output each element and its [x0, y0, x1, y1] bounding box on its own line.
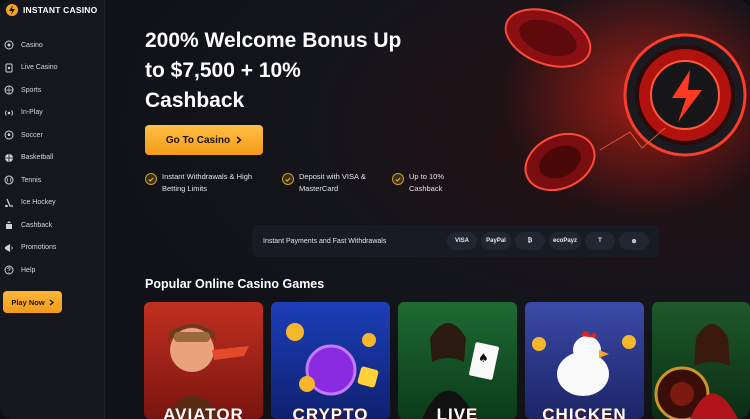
game-card-chicken[interactable]: CHICKEN — [525, 302, 644, 419]
feature-text: Deposit with VISA & MasterCard — [299, 172, 366, 193]
go-to-casino-button[interactable]: Go To Casino — [145, 125, 263, 155]
sidebar-item-label: Live Casino — [21, 64, 58, 72]
hero-title: 200% Welcome Bonus Up to $7,500 + 10% Ca… — [145, 29, 402, 112]
tennis-icon — [4, 175, 14, 185]
sidebar-item-label: Sports — [21, 86, 42, 94]
in-play-icon — [4, 108, 14, 118]
roulette-dealer-artwork — [654, 324, 738, 419]
soccer-icon — [4, 130, 14, 140]
sidebar-item-label: Tennis — [21, 176, 42, 184]
basketball-icon — [4, 153, 14, 163]
sidebar-item-label: Ice Hockey — [21, 199, 56, 207]
feature-item: Instant Withdrawals & High Betting Limit… — [145, 171, 270, 195]
sidebar-item-casino[interactable]: Casino — [0, 34, 104, 57]
svg-text:♠: ♠ — [478, 351, 489, 365]
play-now-label: Play Now — [11, 297, 45, 307]
brand-logo[interactable]: INSTANT CASINO — [4, 3, 97, 17]
game-title: CHICKEN — [542, 405, 627, 419]
game-card-aviator[interactable]: AVIATOR — [144, 302, 263, 419]
app-window: INSTANT CASINO Casino Live Casino Sports… — [0, 0, 750, 419]
check-icon — [145, 173, 157, 185]
game-card-crypto[interactable]: CRYPTO — [271, 302, 390, 419]
sidebar-item-cashback[interactable]: Cashback — [0, 214, 104, 237]
check-icon — [392, 173, 404, 185]
sidebar: INSTANT CASINO Casino Live Casino Sports… — [0, 0, 105, 419]
sidebar-nav: Casino Live Casino Sports In-Play Soccer… — [0, 34, 104, 282]
sidebar-item-in-play[interactable]: In-Play — [0, 102, 104, 125]
logo-icon — [6, 4, 18, 16]
aviator-artwork — [164, 324, 249, 419]
chevron-right-icon — [236, 136, 242, 144]
game-title: AVIATOR — [163, 405, 244, 419]
promotions-icon — [4, 243, 14, 253]
payments-bar: Instant Payments and Fast Withdrawals VI… — [252, 225, 659, 257]
sidebar-item-ice-hockey[interactable]: Ice Hockey — [0, 192, 104, 215]
game-title: LIVE — [436, 405, 479, 419]
sidebar-item-label: Cashback — [21, 221, 53, 229]
paypal-logo: PayPal — [481, 232, 511, 250]
sidebar-item-basketball[interactable]: Basketball — [0, 147, 104, 170]
live-casino-icon — [4, 63, 14, 73]
chevron-right-icon — [49, 299, 54, 305]
casino-icon — [4, 40, 14, 50]
sidebar-item-label: Basketball — [21, 154, 54, 162]
sidebar-item-promotions[interactable]: Promotions — [0, 237, 104, 260]
ice-hockey-icon — [4, 198, 14, 208]
feature-item: Deposit with VISA & MasterCard — [282, 171, 380, 195]
sidebar-item-live-casino[interactable]: Live Casino — [0, 57, 104, 80]
sidebar-item-tennis[interactable]: Tennis — [0, 169, 104, 192]
sidebar-item-label: Casino — [21, 41, 43, 49]
check-icon — [282, 173, 294, 185]
go-to-casino-label: Go To Casino — [165, 134, 231, 146]
sidebar-item-label: Soccer — [21, 131, 43, 139]
tether-logo: T — [585, 232, 616, 250]
play-now-button[interactable]: Play Now — [3, 291, 62, 313]
bitcoin-logo: ₿ — [515, 232, 545, 250]
ecopayz-logo: ecoPayz — [549, 232, 582, 250]
payments-label: Instant Payments and Fast Withdrawals — [263, 237, 387, 245]
sidebar-item-label: Promotions — [21, 244, 57, 252]
sidebar-item-sports[interactable]: Sports — [0, 79, 104, 102]
game-title: CRYPTO — [292, 405, 369, 419]
help-icon — [4, 265, 14, 275]
hero-features: Instant Withdrawals & High Betting Limit… — [145, 171, 462, 195]
live-dealer-artwork: ♠ — [422, 323, 499, 419]
games-row: AVIATOR CRYPTO ♠ LIVE CHICKEN — [144, 302, 750, 419]
game-card-roulette[interactable] — [652, 302, 750, 419]
sidebar-item-label: In-Play — [21, 109, 43, 117]
sidebar-item-help[interactable]: Help — [0, 259, 104, 282]
feature-text: Instant Withdrawals & High Betting Limit… — [162, 172, 253, 193]
crypto-artwork — [286, 323, 379, 396]
games-section-title: Popular Online Casino Games — [145, 277, 325, 291]
feature-text: Up to 10% Cashback — [409, 172, 445, 193]
brand-name: INSTANT CASINO — [23, 5, 98, 15]
chicken-artwork — [532, 331, 636, 396]
game-card-live[interactable]: ♠ LIVE — [398, 302, 517, 419]
visa-logo: VISA — [447, 232, 477, 250]
cashback-icon — [4, 220, 14, 230]
payment-methods: VISA PayPal ₿ ecoPayz T ⊛ — [447, 232, 650, 250]
sports-icon — [4, 85, 14, 95]
sidebar-item-soccer[interactable]: Soccer — [0, 124, 104, 147]
feature-item: Up to 10% Cashback — [392, 171, 462, 195]
crypto-coin-logo: ⊛ — [619, 232, 650, 250]
sidebar-item-label: Help — [21, 266, 36, 274]
hero-casino-chips-image — [490, 0, 750, 215]
main-content: 200% Welcome Bonus Up to $7,500 + 10% Ca… — [105, 0, 750, 419]
